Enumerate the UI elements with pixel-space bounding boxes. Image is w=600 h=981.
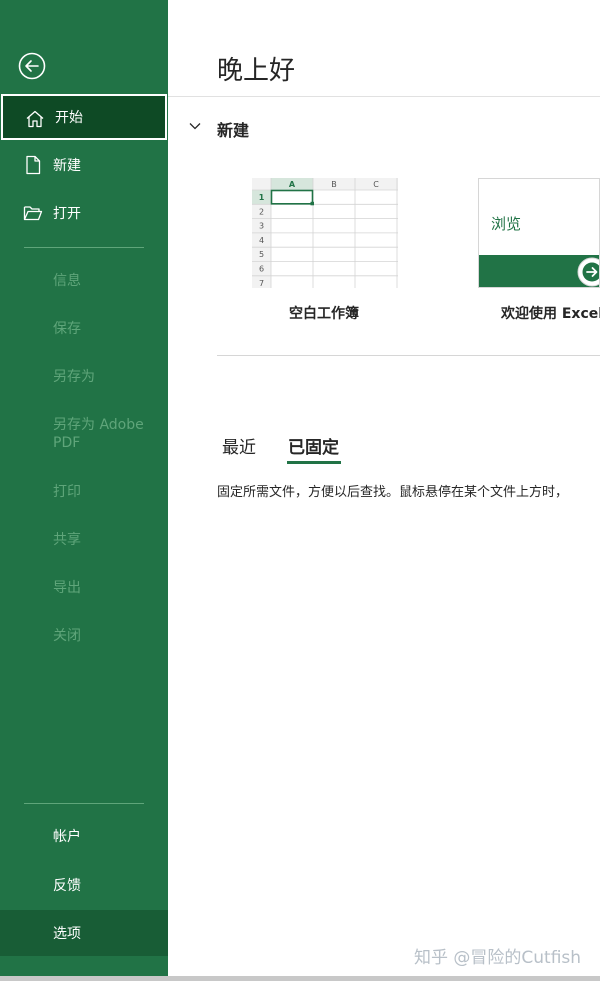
welcome-tour-thumb-text: 浏览 [491,215,522,233]
blank-workbook-template[interactable]: A B C 1 2 3 4 5 6 7 [252,178,398,288]
thumb-row-header: 4 [259,236,264,245]
nav-export-label: 导出 [53,580,81,596]
nav-save-as-pdf-label: 另存为 Adobe PDF [53,417,144,451]
backstage-sidebar: 开始 新建 打开 信息 保存 另存为 另存为 Adobe PDF 打印 共享 导… [0,0,168,981]
nav-feedback-label: 反馈 [53,878,81,894]
thumb-column-header: B [331,180,337,189]
welcome-tour-template[interactable]: 浏览 [478,178,600,288]
arrow-right-icon [577,257,599,287]
nav-open[interactable]: 打开 [0,190,168,236]
chevron-down-icon[interactable] [188,119,202,133]
tab-pinned[interactable]: 已固定 [288,433,339,458]
nav-info: 信息 [0,257,168,303]
nav-print-label: 打印 [53,484,81,500]
nav-feedback[interactable]: 反馈 [0,862,168,908]
thumb-fill-handle [310,201,314,206]
sidebar-divider-top [24,247,144,248]
nav-save-as-label: 另存为 [53,369,95,385]
nav-save: 保存 [0,305,168,351]
sidebar-divider-bottom [24,803,144,804]
nav-save-label: 保存 [53,321,81,337]
nav-info-label: 信息 [53,273,81,289]
nav-new[interactable]: 新建 [0,142,168,188]
nav-account-label: 帐户 [53,829,81,845]
active-tab-underline [287,461,341,464]
thumb-row-header: 5 [259,250,264,259]
nav-close-label: 关闭 [53,628,81,644]
nav-save-as-pdf: 另存为 Adobe PDF [0,416,168,452]
watermark: 知乎 @冒险的Cutfish [414,948,582,968]
nav-open-label: 打开 [53,206,81,222]
nav-save-as: 另存为 [0,353,168,399]
thumb-row-header: 7 [259,279,264,288]
nav-account[interactable]: 帐户 [0,813,168,859]
thumb-row-header: 6 [259,265,264,274]
greeting-title: 晚上好 [217,56,296,86]
new-section-title: 新建 [217,121,250,140]
nav-export: 导出 [0,564,168,610]
home-icon [26,110,44,128]
back-arrow-icon[interactable] [18,52,46,80]
thumb-column-header: C [373,180,379,189]
new-file-icon [26,155,41,175]
nav-new-label: 新建 [53,158,81,174]
nav-home-label: 开始 [55,110,83,126]
open-folder-icon [23,206,43,221]
thumb-row-header: 3 [259,222,264,231]
blank-workbook-label: 空白工作簿 [289,306,359,322]
nav-options-label: 选项 [53,926,81,942]
thumb-row-header: 2 [259,207,264,216]
pinned-description: 固定所需文件，方便以后查找。鼠标悬停在某个文件上方时， [217,485,569,500]
tab-recent[interactable]: 最近 [222,433,256,458]
nav-options[interactable]: 选项 [0,910,168,956]
nav-share: 共享 [0,516,168,562]
nav-print: 打印 [0,468,168,514]
nav-share-label: 共享 [53,532,81,548]
thumb-column-header: A [289,180,296,189]
section-divider [217,355,600,356]
nav-close: 关闭 [0,612,168,658]
header-divider [168,96,600,97]
bottom-scroll-bar [0,976,600,981]
nav-home[interactable]: 开始 [1,94,167,140]
thumb-row-header: 1 [259,193,265,202]
welcome-tour-label: 欢迎使用 Excel [501,306,600,322]
